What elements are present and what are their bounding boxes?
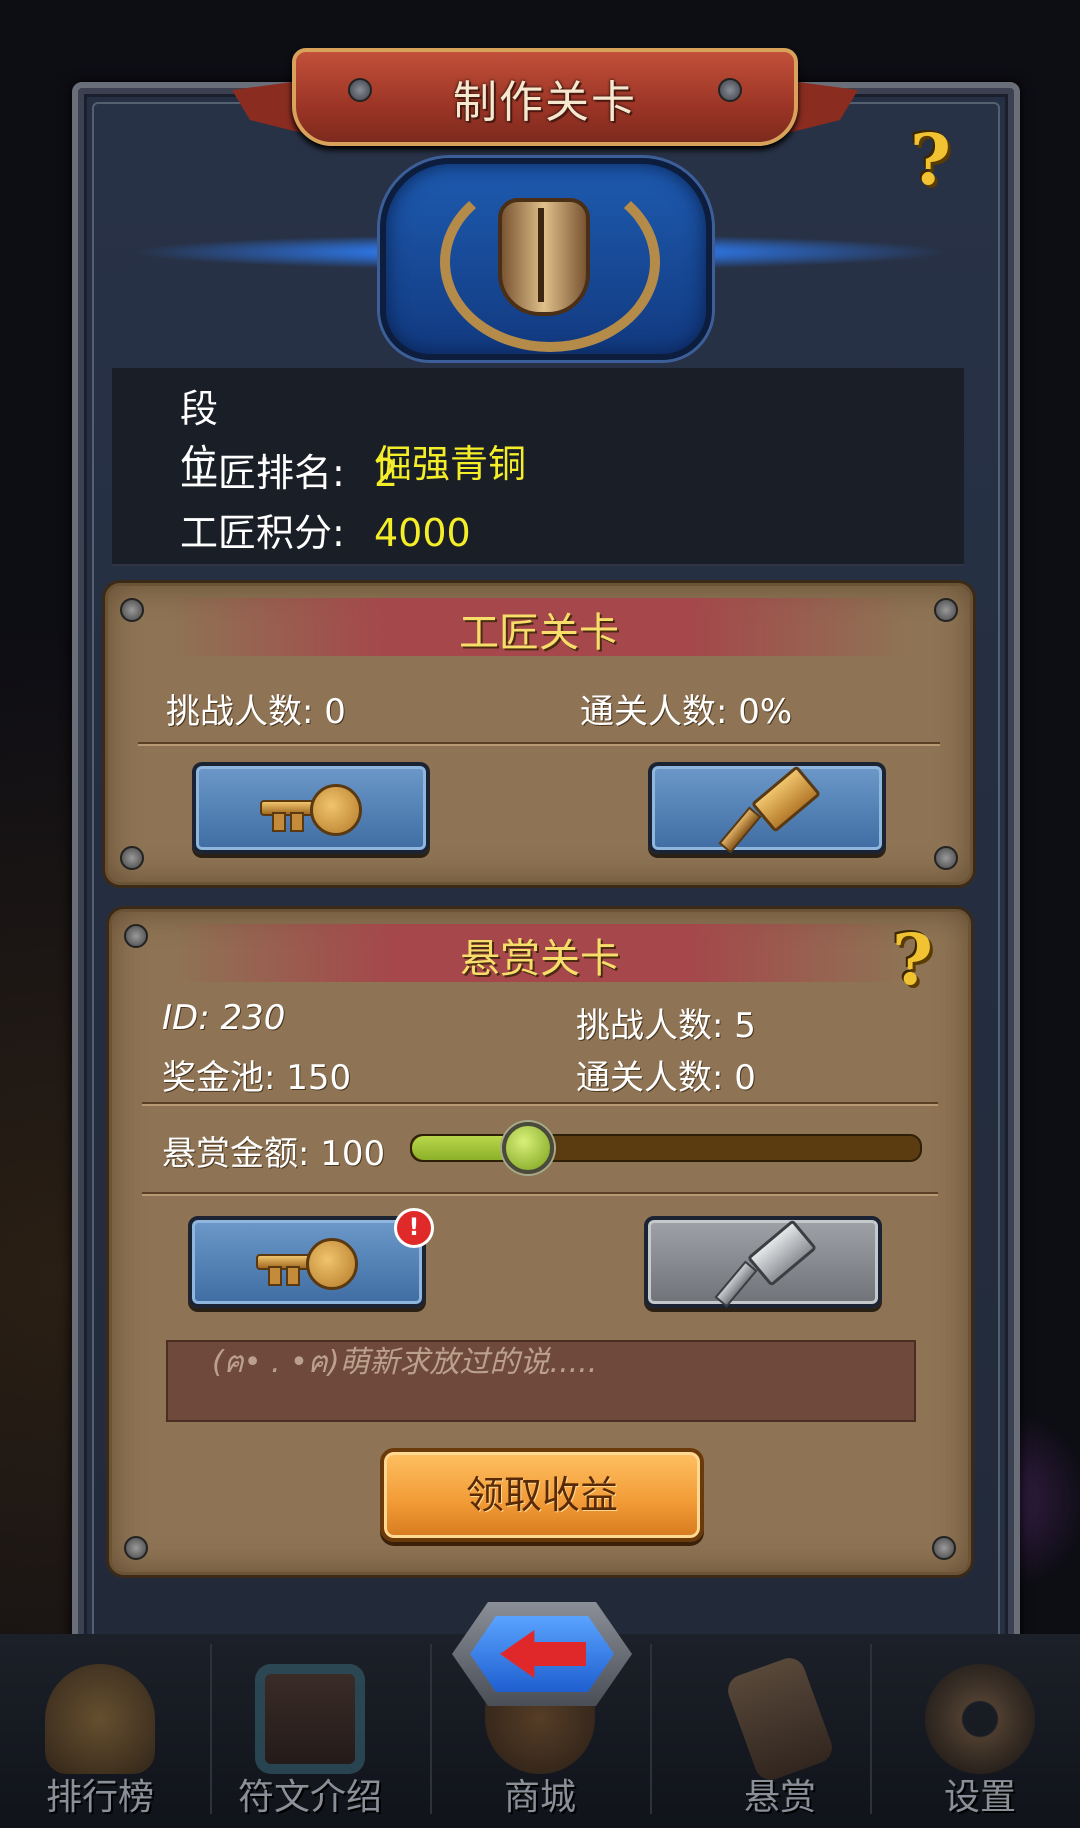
nav-label: 悬赏 <box>743 1777 816 1818</box>
nav-item-settings[interactable]: 设置 <box>880 1634 1080 1828</box>
craftsman-clear-rate: 通关人数: 0% <box>580 692 793 732</box>
bounty-level-id: ID: 230 <box>162 998 286 1038</box>
bounty-help-icon[interactable]: ? <box>892 918 933 1001</box>
nav-item-leaderboard[interactable]: 排行榜 <box>0 1634 200 1828</box>
bounty-prize-pool: 奖金池: 150 <box>162 1058 352 1098</box>
score-row: 工匠积分: 4000 <box>180 502 471 557</box>
bounty-amount-slider[interactable] <box>410 1122 922 1174</box>
score-value: 4000 <box>374 511 471 555</box>
slider-thumb[interactable] <box>501 1122 554 1174</box>
help-icon[interactable]: ? <box>910 118 951 201</box>
edit-bounty-button-disabled[interactable] <box>644 1216 882 1308</box>
claim-earnings-button[interactable]: 领取收益 <box>380 1448 704 1542</box>
bolt-icon <box>124 924 148 948</box>
nav-separator <box>650 1644 652 1814</box>
craftsman-challengers: 挑战人数: 0 <box>166 692 346 732</box>
gear-icon <box>925 1664 1035 1774</box>
craftsman-level-panel: 工匠关卡 挑战人数: 0 通关人数: 0% <box>108 586 970 882</box>
bounty-message-box[interactable] <box>166 1340 958 1422</box>
nav-item-bounty[interactable]: 悬赏 <box>680 1634 880 1828</box>
bronze-shield-icon <box>498 198 590 316</box>
hammer-icon <box>708 1219 818 1308</box>
scroll-icon <box>723 1653 837 1785</box>
play-bounty-button[interactable]: ! <box>188 1208 434 1308</box>
bolt-icon <box>120 846 144 870</box>
divider <box>138 742 940 746</box>
bolt-icon <box>934 846 958 870</box>
nav-item-runes[interactable]: 符文介绍 <box>210 1634 410 1828</box>
page-title: 制作关卡 <box>453 77 637 128</box>
trophy-icon <box>45 1664 155 1774</box>
back-button[interactable] <box>452 1602 632 1706</box>
bounty-cleared: 通关人数: 0 <box>576 1058 756 1098</box>
bolt-icon <box>934 598 958 622</box>
rank-label: 工匠排名: <box>180 451 345 495</box>
bounty-challengers: 挑战人数: 5 <box>576 1006 756 1046</box>
bolt-icon <box>120 598 144 622</box>
nav-label: 商城 <box>503 1777 576 1818</box>
bounty-panel-title: 悬赏关卡 <box>460 936 620 982</box>
nav-label: 排行榜 <box>45 1777 154 1818</box>
key-icon <box>252 1232 362 1292</box>
bounty-amount-label: 悬赏金额: 100 <box>162 1134 386 1174</box>
title-ribbon: 制作关卡 <box>232 48 858 146</box>
nav-label: 设置 <box>943 1777 1016 1818</box>
nav-separator <box>430 1644 432 1814</box>
rank-info-box: 段位: 倔强青铜 工匠排名: 2 工匠积分: 4000 <box>112 368 964 566</box>
rank-value: 2 <box>374 451 399 495</box>
rank-row: 工匠排名: 2 <box>180 442 398 497</box>
nav-separator <box>870 1644 872 1814</box>
bolt-icon <box>124 1536 148 1560</box>
rune-book-icon <box>255 1664 365 1774</box>
craftsman-panel-title: 工匠关卡 <box>459 610 619 656</box>
bounty-message-input[interactable] <box>168 1342 958 1382</box>
divider <box>142 1102 938 1106</box>
score-label: 工匠积分: <box>180 511 345 555</box>
play-level-button[interactable] <box>192 762 430 854</box>
divider <box>142 1192 938 1196</box>
key-icon <box>256 778 366 838</box>
edit-level-button[interactable] <box>648 762 886 854</box>
alert-badge-icon: ! <box>394 1208 434 1248</box>
bolt-icon <box>932 1536 956 1560</box>
hammer-icon <box>712 765 822 854</box>
nav-label: 符文介绍 <box>237 1777 382 1818</box>
rank-emblem <box>380 158 712 360</box>
